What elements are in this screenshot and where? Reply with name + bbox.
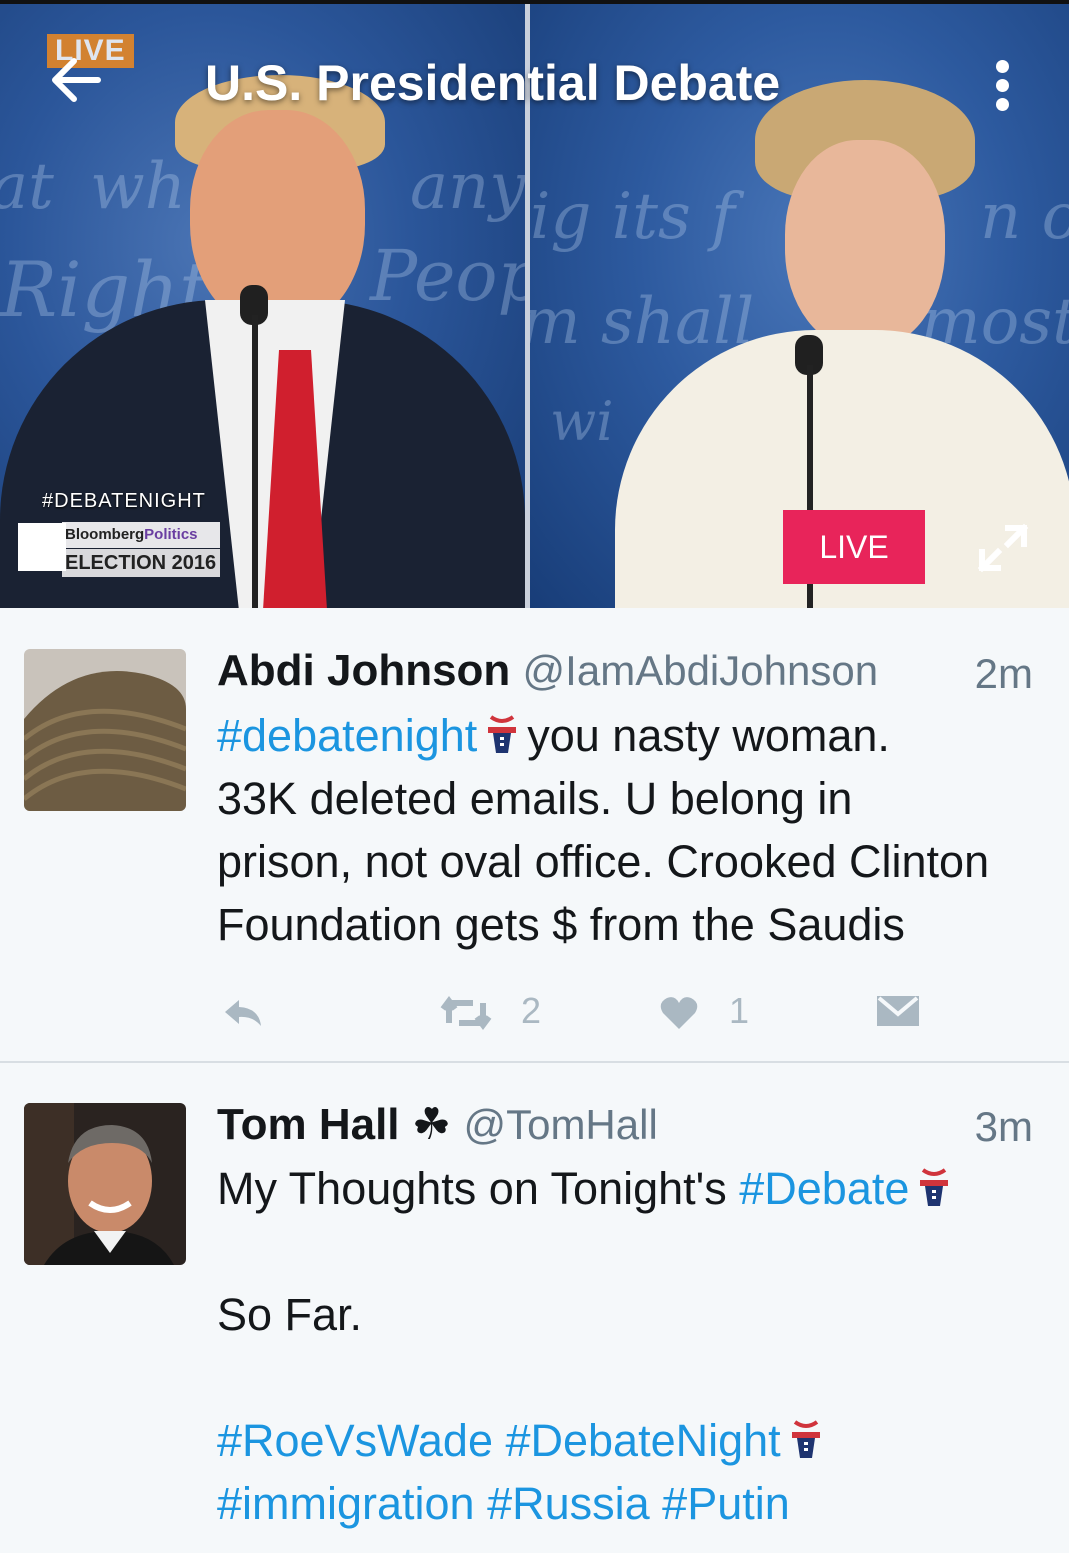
author-handle[interactable]: @IamAbdiJohnson	[523, 647, 879, 694]
retweet-count: 2	[521, 990, 542, 1031]
podium-emoji-icon	[488, 715, 517, 753]
backdrop-text: ig its f	[530, 180, 735, 254]
direct-message-icon[interactable]	[877, 986, 919, 1036]
broadcaster-election-label: ELECTION 2016	[62, 549, 220, 577]
tweet-actions: 2 1	[217, 986, 937, 1036]
author-name[interactable]: Tom Hall	[217, 1100, 400, 1149]
tweet-text-line: prison, not oval office. Crooked Clinton	[217, 836, 990, 887]
like-count: 1	[729, 990, 750, 1031]
retweet-button[interactable]: 2	[439, 986, 541, 1036]
tweet-text-line: My Thoughts on Tonight's	[217, 1163, 740, 1214]
podium-emoji-icon	[920, 1168, 949, 1206]
backdrop-text: n o	[980, 180, 1069, 254]
reply-icon[interactable]	[219, 986, 265, 1036]
shamrock-icon: ☘	[411, 1100, 452, 1149]
broadcaster-logo: BloombergPolitics ELECTION 2016	[62, 522, 220, 578]
tweet-text: My Thoughts on Tonight's #Debate So Far.…	[217, 1157, 1047, 1535]
video-player[interactable]: at wh Right any Peop ig its f m shall mo…	[0, 0, 1069, 608]
speaker-left-face	[190, 110, 365, 330]
backdrop-text: Peop	[370, 235, 525, 317]
podium-emoji-icon	[791, 1420, 820, 1458]
video-hashtag-overlay: #DEBATENIGHT	[42, 490, 206, 512]
speaker-right-face	[785, 140, 945, 350]
live-button[interactable]: LIVE	[783, 510, 925, 584]
hashtag-link[interactable]: #Debate	[739, 1163, 909, 1214]
overlay-square	[18, 523, 66, 571]
tweet-text-line: 33K deleted emails. U belong in	[217, 773, 853, 824]
tweet-item[interactable]: Abdi Johnson @IamAbdiJohnson 2m #debaten…	[0, 608, 1069, 1063]
broadcaster-name: Bloomberg	[65, 526, 145, 543]
avatar[interactable]	[24, 649, 186, 811]
status-bar-edge	[0, 0, 1069, 4]
broadcaster-section: Politics	[144, 526, 198, 543]
tweet-timestamp: 3m	[974, 1103, 1033, 1150]
backdrop-text: at	[0, 150, 54, 224]
tweet-text-line: Foundation gets $ from the Saudis	[217, 899, 905, 950]
backdrop-text: wi	[550, 390, 614, 453]
back-arrow-icon[interactable]	[44, 48, 108, 112]
tweet-header: Tom Hall ☘ @TomHall	[217, 1099, 658, 1150]
author-handle[interactable]: @TomHall	[463, 1101, 657, 1148]
tweet-timestamp: 2m	[974, 650, 1033, 697]
hashtag-link[interactable]: #debatenight	[217, 710, 477, 761]
tweet-text: #debatenight you nasty woman. 33K deleted…	[217, 704, 1047, 956]
avatar[interactable]	[24, 1103, 186, 1265]
tweet-text-line: So Far.	[217, 1289, 363, 1340]
tweet-item[interactable]: Tom Hall ☘ @TomHall 3m My Thoughts on To…	[0, 1063, 1069, 1553]
tweet-header: Abdi Johnson @IamAbdiJohnson	[217, 646, 878, 696]
backdrop-text: m shall	[530, 285, 755, 359]
hashtag-link[interactable]: #RoeVsWade #DebateNight	[217, 1415, 781, 1466]
like-button[interactable]: 1	[659, 986, 749, 1036]
author-name[interactable]: Abdi Johnson	[217, 646, 510, 695]
backdrop-text: wh	[90, 150, 186, 224]
hashtag-link[interactable]: #immigration #Russia #Putin	[217, 1472, 1047, 1535]
retweet-icon	[440, 996, 492, 1031]
more-options-icon[interactable]	[988, 58, 1018, 114]
heart-icon	[660, 997, 698, 1030]
fullscreen-expand-icon[interactable]	[974, 520, 1032, 576]
page-title: U.S. Presidential Debate	[205, 55, 781, 111]
tweet-text-line: you nasty woman.	[527, 710, 890, 761]
backdrop-text: any	[410, 150, 525, 224]
microphone-stand	[252, 315, 258, 608]
